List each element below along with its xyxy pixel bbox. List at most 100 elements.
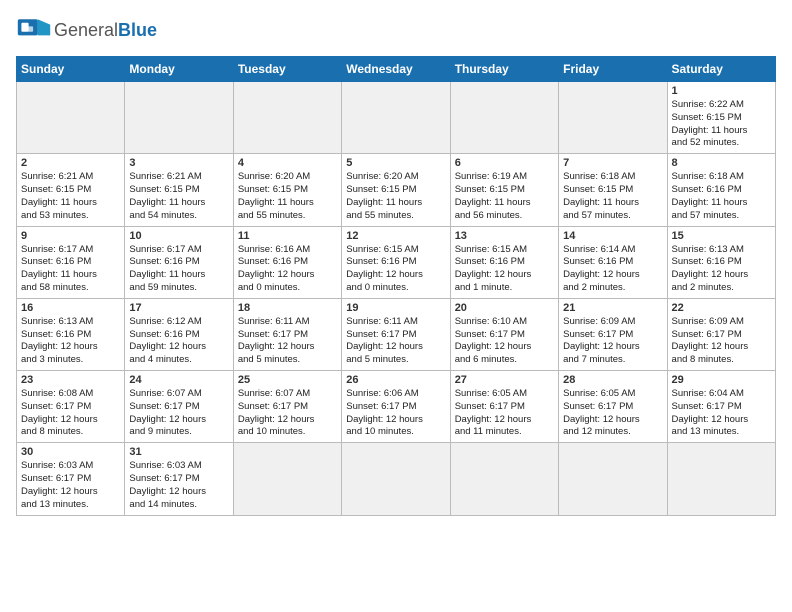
day-info: Sunrise: 6:17 AM Sunset: 6:16 PM Dayligh… (129, 244, 228, 295)
calendar-day-cell: 7 Sunrise: 6:18 AM Sunset: 6:15 PM Daylig… (559, 154, 667, 226)
day-number: 1 (672, 85, 771, 97)
calendar-day-cell (342, 443, 450, 515)
day-info: Sunrise: 6:16 AM Sunset: 6:16 PM Dayligh… (238, 244, 337, 295)
calendar-day-cell (233, 82, 341, 154)
day-number: 10 (129, 230, 228, 242)
day-number: 31 (129, 446, 228, 458)
weekday-header-saturday: Saturday (667, 57, 775, 82)
calendar-day-cell: 16Sunrise: 6:13 AM Sunset: 6:16 PM Dayli… (17, 298, 125, 370)
day-info: Sunrise: 6:12 AM Sunset: 6:16 PM Dayligh… (129, 316, 228, 367)
calendar-day-cell: 15Sunrise: 6:13 AM Sunset: 6:16 PM Dayli… (667, 226, 775, 298)
day-number: 27 (455, 374, 554, 386)
weekday-header-thursday: Thursday (450, 57, 558, 82)
calendar-day-cell: 6Sunrise: 6:19 AM Sunset: 6:15 PM Daylig… (450, 154, 558, 226)
day-number: 28 (563, 374, 662, 386)
day-info: Sunrise: 6:05 AM Sunset: 6:17 PM Dayligh… (563, 388, 662, 439)
weekday-header-friday: Friday (559, 57, 667, 82)
calendar-day-cell: 13 Sunrise: 6:15 AM Sunset: 6:16 PM Dayli… (450, 226, 558, 298)
day-info: Sunrise: 6:21 AM Sunset: 6:15 PM Dayligh… (21, 171, 120, 222)
calendar-day-cell: 10 Sunrise: 6:17 AM Sunset: 6:16 PM Dayli… (125, 226, 233, 298)
day-info: Sunrise: 6:18 AM Sunset: 6:16 PM Dayligh… (672, 171, 771, 222)
calendar-day-cell: 29 Sunrise: 6:04 AM Sunset: 6:17 PM Dayli… (667, 371, 775, 443)
calendar-day-cell (450, 443, 558, 515)
day-number: 11 (238, 230, 337, 242)
day-info: Sunrise: 6:07 AM Sunset: 6:17 PM Dayligh… (238, 388, 337, 439)
day-info: Sunrise: 6:09 AM Sunset: 6:17 PM Dayligh… (563, 316, 662, 367)
day-number: 25 (238, 374, 337, 386)
calendar-day-cell: 20 Sunrise: 6:10 AM Sunset: 6:17 PM Dayli… (450, 298, 558, 370)
calendar-day-cell: 25 Sunrise: 6:07 AM Sunset: 6:17 PM Dayli… (233, 371, 341, 443)
day-number: 26 (346, 374, 445, 386)
day-number: 24 (129, 374, 228, 386)
day-info: Sunrise: 6:19 AM Sunset: 6:15 PM Dayligh… (455, 171, 554, 222)
day-number: 5 (346, 157, 445, 169)
day-info: Sunrise: 6:22 AM Sunset: 6:15 PM Dayligh… (672, 99, 771, 150)
day-info: Sunrise: 6:07 AM Sunset: 6:17 PM Dayligh… (129, 388, 228, 439)
calendar-day-cell (559, 443, 667, 515)
day-info: Sunrise: 6:05 AM Sunset: 6:17 PM Dayligh… (455, 388, 554, 439)
day-info: Sunrise: 6:11 AM Sunset: 6:17 PM Dayligh… (238, 316, 337, 367)
page: GeneralBlue SundayMondayTuesdayWednesday… (0, 0, 792, 612)
calendar-day-cell: 11 Sunrise: 6:16 AM Sunset: 6:16 PM Dayli… (233, 226, 341, 298)
day-number: 16 (21, 302, 120, 314)
calendar-day-cell (450, 82, 558, 154)
calendar-day-cell: 28 Sunrise: 6:05 AM Sunset: 6:17 PM Dayli… (559, 371, 667, 443)
day-number: 12 (346, 230, 445, 242)
day-number: 8 (672, 157, 771, 169)
day-number: 29 (672, 374, 771, 386)
calendar-day-cell: 27 Sunrise: 6:05 AM Sunset: 6:17 PM Dayli… (450, 371, 558, 443)
calendar-day-cell (125, 82, 233, 154)
day-info: Sunrise: 6:20 AM Sunset: 6:15 PM Dayligh… (346, 171, 445, 222)
calendar-week-row: 30 Sunrise: 6:03 AM Sunset: 6:17 PM Dayli… (17, 443, 776, 515)
day-info: Sunrise: 6:11 AM Sunset: 6:17 PM Dayligh… (346, 316, 445, 367)
calendar-day-cell: 4Sunrise: 6:20 AM Sunset: 6:15 PM Daylig… (233, 154, 341, 226)
calendar-day-cell: 21Sunrise: 6:09 AM Sunset: 6:17 PM Dayli… (559, 298, 667, 370)
logo-text: GeneralBlue (54, 20, 157, 41)
calendar-day-cell: 3Sunrise: 6:21 AM Sunset: 6:15 PM Daylig… (125, 154, 233, 226)
calendar-day-cell: 23 Sunrise: 6:08 AM Sunset: 6:17 PM Dayli… (17, 371, 125, 443)
header: GeneralBlue (16, 12, 776, 48)
calendar-day-cell: 24 Sunrise: 6:07 AM Sunset: 6:17 PM Dayli… (125, 371, 233, 443)
weekday-header-sunday: Sunday (17, 57, 125, 82)
day-number: 30 (21, 446, 120, 458)
day-info: Sunrise: 6:09 AM Sunset: 6:17 PM Dayligh… (672, 316, 771, 367)
calendar-day-cell (667, 443, 775, 515)
day-number: 7 (563, 157, 662, 169)
day-number: 23 (21, 374, 120, 386)
day-number: 22 (672, 302, 771, 314)
day-number: 2 (21, 157, 120, 169)
calendar-day-cell (17, 82, 125, 154)
day-number: 14 (563, 230, 662, 242)
calendar-day-cell: 14Sunrise: 6:14 AM Sunset: 6:16 PM Dayli… (559, 226, 667, 298)
calendar-day-cell: 1 Sunrise: 6:22 AM Sunset: 6:15 PM Daylig… (667, 82, 775, 154)
weekday-header-monday: Monday (125, 57, 233, 82)
day-info: Sunrise: 6:04 AM Sunset: 6:17 PM Dayligh… (672, 388, 771, 439)
calendar-day-cell: 26Sunrise: 6:06 AM Sunset: 6:17 PM Dayli… (342, 371, 450, 443)
day-info: Sunrise: 6:03 AM Sunset: 6:17 PM Dayligh… (129, 460, 228, 511)
calendar-day-cell: 18 Sunrise: 6:11 AM Sunset: 6:17 PM Dayli… (233, 298, 341, 370)
calendar-day-cell: 19Sunrise: 6:11 AM Sunset: 6:17 PM Dayli… (342, 298, 450, 370)
calendar-day-cell: 12Sunrise: 6:15 AM Sunset: 6:16 PM Dayli… (342, 226, 450, 298)
calendar-day-cell: 17 Sunrise: 6:12 AM Sunset: 6:16 PM Dayli… (125, 298, 233, 370)
calendar-week-row: 9Sunrise: 6:17 AM Sunset: 6:16 PM Daylig… (17, 226, 776, 298)
day-info: Sunrise: 6:08 AM Sunset: 6:17 PM Dayligh… (21, 388, 120, 439)
day-info: Sunrise: 6:20 AM Sunset: 6:15 PM Dayligh… (238, 171, 337, 222)
day-number: 20 (455, 302, 554, 314)
day-info: Sunrise: 6:15 AM Sunset: 6:16 PM Dayligh… (455, 244, 554, 295)
day-number: 17 (129, 302, 228, 314)
calendar-day-cell: 8 Sunrise: 6:18 AM Sunset: 6:16 PM Daylig… (667, 154, 775, 226)
day-number: 13 (455, 230, 554, 242)
calendar-day-cell: 22 Sunrise: 6:09 AM Sunset: 6:17 PM Dayli… (667, 298, 775, 370)
calendar-week-row: 2 Sunrise: 6:21 AM Sunset: 6:15 PM Daylig… (17, 154, 776, 226)
calendar-day-cell: 2 Sunrise: 6:21 AM Sunset: 6:15 PM Daylig… (17, 154, 125, 226)
day-info: Sunrise: 6:18 AM Sunset: 6:15 PM Dayligh… (563, 171, 662, 222)
day-info: Sunrise: 6:10 AM Sunset: 6:17 PM Dayligh… (455, 316, 554, 367)
day-number: 18 (238, 302, 337, 314)
day-number: 15 (672, 230, 771, 242)
calendar-day-cell (342, 82, 450, 154)
calendar-day-cell (559, 82, 667, 154)
logo-icon (16, 12, 52, 48)
weekday-header-wednesday: Wednesday (342, 57, 450, 82)
calendar-table: SundayMondayTuesdayWednesdayThursdayFrid… (16, 56, 776, 516)
calendar-day-cell: 9Sunrise: 6:17 AM Sunset: 6:16 PM Daylig… (17, 226, 125, 298)
